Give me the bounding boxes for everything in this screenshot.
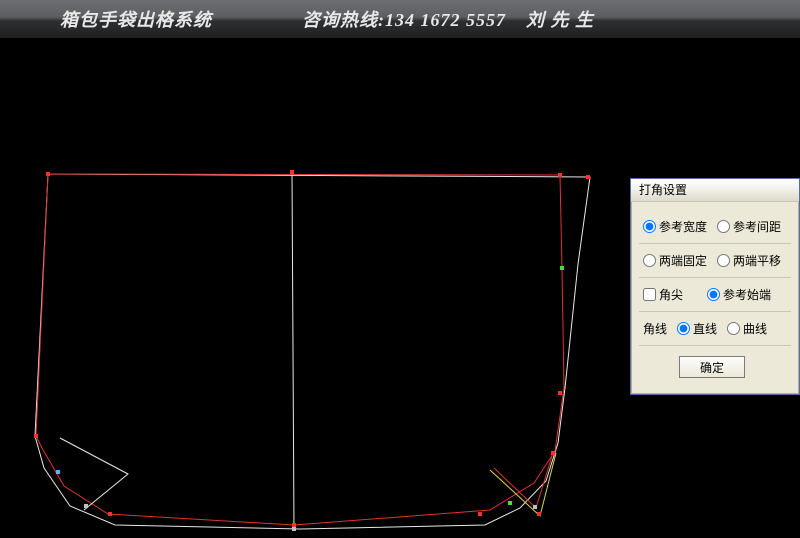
app-title: 箱包手袋出格系统: [60, 6, 212, 32]
dialog-body: 参考宽度 参考间距 两端固定 两端平移 角尖: [631, 202, 799, 394]
radio-shift-ends[interactable]: [717, 254, 730, 267]
opt-ref-gap[interactable]: 参考间距: [717, 218, 781, 235]
opt-straight[interactable]: 直线: [677, 320, 717, 337]
right-corner-yellow: [490, 453, 556, 516]
row-line-type: 角线 直线 曲线: [639, 312, 791, 346]
label-ref-start: 参考始端: [723, 286, 771, 303]
left-corner-v: [60, 438, 128, 510]
hotline-text: 咨询热线:134 1672 5557: [302, 6, 506, 32]
control-points: [34, 170, 590, 531]
label-ref-width: 参考宽度: [659, 218, 707, 235]
ok-button[interactable]: 确定: [679, 356, 745, 378]
label-cornerline: 角线: [643, 320, 667, 337]
contact-name: 刘 先 生: [526, 6, 594, 32]
label-fixed-ends: 两端固定: [659, 252, 707, 269]
corner-settings-dialog: 打角设置 参考宽度 参考间距 两端固定 两端平移: [630, 178, 800, 395]
radio-straight[interactable]: [677, 322, 690, 335]
radio-ref-width[interactable]: [643, 220, 656, 233]
app-header: 箱包手袋出格系统 咨询热线:134 1672 5557 刘 先 生: [0, 0, 800, 38]
label-ref-gap: 参考间距: [733, 218, 781, 235]
row-tip: 角尖 参考始端: [639, 278, 791, 312]
opt-ref-start[interactable]: 参考始端: [707, 286, 771, 303]
label-corner-tip: 角尖: [659, 286, 683, 303]
opt-ref-width[interactable]: 参考宽度: [643, 218, 707, 235]
label-shift-ends: 两端平移: [733, 252, 781, 269]
label-straight: 直线: [693, 320, 717, 337]
row-ends: 两端固定 两端平移: [639, 244, 791, 278]
radio-curve[interactable]: [727, 322, 740, 335]
row-reference: 参考宽度 参考间距: [639, 210, 791, 244]
opt-corner-tip[interactable]: 角尖: [643, 286, 683, 303]
radio-ref-gap[interactable]: [717, 220, 730, 233]
dialog-buttons: 确定: [639, 346, 791, 384]
center-line: [292, 172, 294, 530]
opt-fixed-ends[interactable]: 两端固定: [643, 252, 707, 269]
outline-red: [36, 174, 564, 525]
checkbox-corner-tip[interactable]: [643, 288, 656, 301]
label-curve: 曲线: [743, 320, 767, 337]
radio-ref-start[interactable]: [707, 288, 720, 301]
opt-curve[interactable]: 曲线: [727, 320, 767, 337]
dialog-title: 打角设置: [631, 179, 799, 202]
opt-shift-ends[interactable]: 两端平移: [717, 252, 781, 269]
radio-fixed-ends[interactable]: [643, 254, 656, 267]
outline-white: [35, 174, 590, 529]
